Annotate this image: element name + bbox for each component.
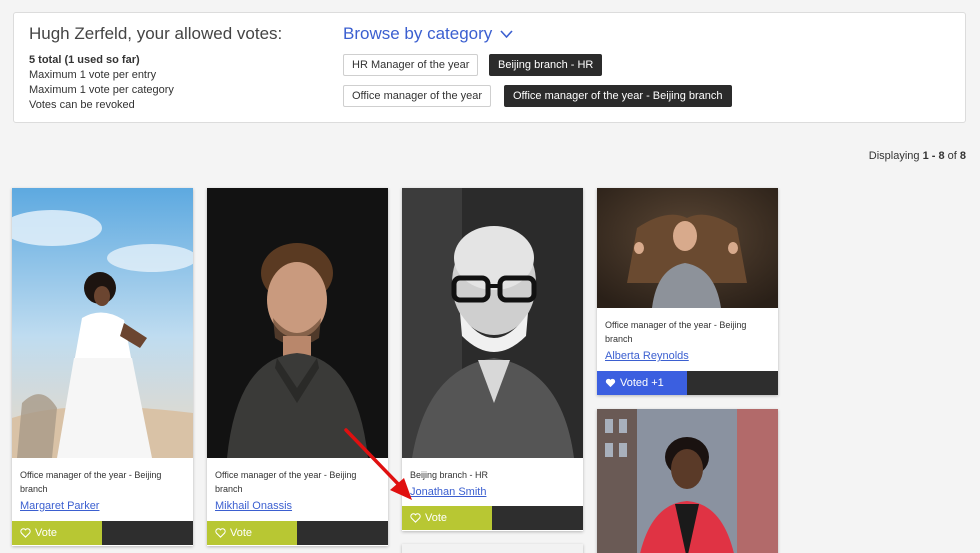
entry-photo[interactable]	[207, 188, 388, 458]
entry-photo[interactable]	[402, 544, 583, 553]
entry-actions: Vote	[207, 521, 388, 545]
entry-photo[interactable]	[597, 409, 778, 553]
entry-photo[interactable]	[597, 188, 778, 308]
entry-name-link[interactable]: Jonathan Smith	[410, 486, 486, 498]
entry-card: Office manager of the year - Beijing bra…	[12, 188, 193, 546]
category-tag-beijing-hr[interactable]: Beijing branch - HR	[489, 54, 603, 76]
category-tag-office-manager[interactable]: Office manager of the year	[343, 85, 492, 107]
entry-category: Office manager of the year - Beijing bra…	[20, 470, 162, 494]
browse-by-category-dropdown[interactable]: Browse by category	[343, 24, 513, 44]
heart-outline-icon	[20, 528, 31, 538]
entry-info: Office manager of the year - Beijing bra…	[207, 458, 388, 520]
browse-label: Browse by category	[343, 24, 493, 43]
vote-button[interactable]: Vote	[12, 521, 102, 545]
heart-filled-icon	[605, 378, 616, 388]
pagination-info: Displaying 1 - 8 of 8	[868, 150, 966, 162]
entry-info: Office manager of the year - Beijing bra…	[597, 308, 778, 370]
entry-info: Beijing branch - HR Jonathan Smith	[402, 458, 583, 505]
entry-card	[597, 409, 778, 553]
entry-actions: Vote	[12, 521, 193, 545]
voted-button[interactable]: Voted +1	[597, 371, 687, 395]
rule-total: 5 total (1 used so far)	[29, 54, 140, 66]
entry-photo[interactable]	[402, 188, 583, 458]
category-tag-office-manager-beijing[interactable]: Office manager of the year - Beijing bra…	[504, 85, 732, 107]
entry-category: Beijing branch - HR	[410, 470, 489, 480]
votes-panel: Hugh Zerfeld, your allowed votes: 5 tota…	[13, 12, 966, 123]
entry-actions: Vote	[402, 506, 583, 530]
entry-secondary-button[interactable]	[687, 371, 778, 395]
entry-info: Office manager of the year - Beijing bra…	[12, 458, 193, 520]
welcome-title: Hugh Zerfeld, your allowed votes:	[29, 24, 283, 43]
vote-rules: 5 total (1 used so far) Maximum 1 vote p…	[29, 53, 174, 113]
chevron-down-icon	[500, 29, 513, 38]
heart-outline-icon	[410, 513, 421, 523]
entry-name-link[interactable]: Alberta Reynolds	[605, 350, 689, 362]
vote-button[interactable]: Vote	[402, 506, 492, 530]
entry-category: Office manager of the year - Beijing bra…	[215, 470, 357, 494]
entry-secondary-button[interactable]	[297, 521, 388, 545]
entry-card: Office manager of the year - Beijing bra…	[207, 188, 388, 546]
entry-card: Beijing branch - HR Jonathan Smith Vote	[402, 188, 583, 531]
entry-name-link[interactable]: Mikhail Onassis	[215, 500, 292, 512]
entry-card: Office manager of the year - Beijing bra…	[597, 188, 778, 395]
entry-card	[402, 544, 583, 553]
rule-revoke: Votes can be revoked	[29, 99, 135, 111]
category-tag-hr-manager[interactable]: HR Manager of the year	[343, 54, 479, 76]
entry-category: Office manager of the year - Beijing bra…	[605, 320, 747, 344]
heart-outline-icon	[215, 528, 226, 538]
entry-secondary-button[interactable]	[102, 521, 193, 545]
entry-secondary-button[interactable]	[492, 506, 583, 530]
entry-actions: Voted +1	[597, 371, 778, 395]
rule-per-category: Maximum 1 vote per category	[29, 84, 174, 96]
entry-name-link[interactable]: Margaret Parker	[20, 500, 99, 512]
vote-button[interactable]: Vote	[207, 521, 297, 545]
rule-per-entry: Maximum 1 vote per entry	[29, 69, 157, 81]
entry-photo[interactable]	[12, 188, 193, 458]
